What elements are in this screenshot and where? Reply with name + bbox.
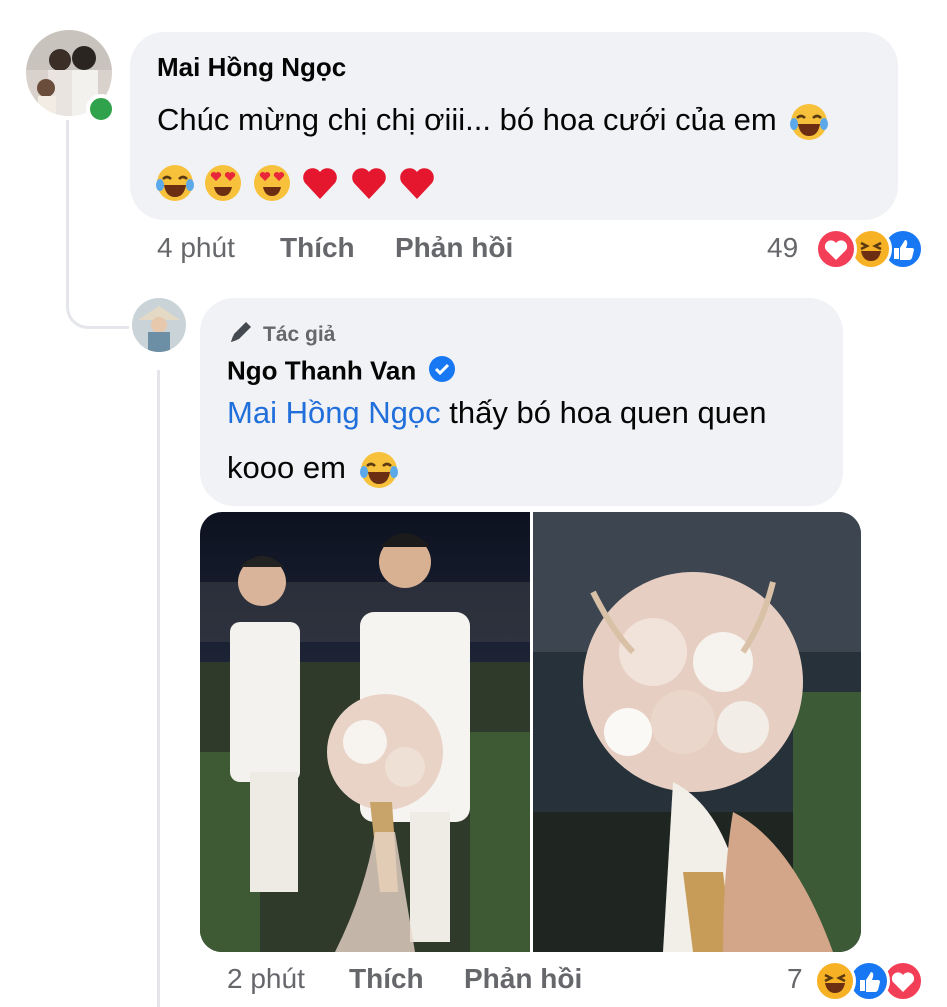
reply-text-line1: Mai Hồng Ngọc thấy bó hoa quen quen <box>227 395 766 431</box>
reply-photo-left[interactable] <box>200 512 530 952</box>
heart-eyes-emoji-icon <box>252 163 292 203</box>
joy-emoji-icon <box>789 102 829 142</box>
reply-reaction-count[interactable]: 7 <box>787 963 803 995</box>
reply-text-line2: kooo em <box>227 450 403 490</box>
reply-text-content: thấy bó hoa quen quen <box>440 395 767 430</box>
reply-photo-right[interactable] <box>533 512 861 952</box>
reply-timestamp[interactable]: 2 phút <box>227 963 305 995</box>
comment-author-name[interactable]: Mai Hồng Ngọc <box>157 52 346 83</box>
reply-author-name-text: Ngo Thanh Van <box>227 355 417 386</box>
reply-like-button[interactable]: Thích <box>349 963 424 995</box>
comment-emoji-row <box>155 163 441 207</box>
verified-badge-icon <box>427 354 457 391</box>
reply-author-name[interactable]: Ngo Thanh Van <box>227 354 457 391</box>
comment-timestamp[interactable]: 4 phút <box>157 232 235 264</box>
online-status-dot <box>86 94 116 124</box>
love-reaction-icon[interactable] <box>815 228 857 270</box>
reaction-count[interactable]: 49 <box>767 232 798 264</box>
red-heart-icon <box>349 163 389 203</box>
heart-eyes-emoji-icon <box>203 163 243 203</box>
joy-emoji-icon <box>359 450 399 490</box>
red-heart-icon <box>300 163 340 203</box>
reply-reply-button[interactable]: Phản hồi <box>464 963 582 995</box>
pen-icon <box>227 318 255 352</box>
haha-reaction-icon[interactable] <box>814 960 856 1002</box>
reply-button[interactable]: Phản hồi <box>395 232 513 264</box>
reply-text-content-2: kooo em <box>227 450 346 486</box>
avatar-ngo-thanh-van[interactable] <box>132 298 186 352</box>
comment-text-content: Chúc mừng chị chị ơiii... bó hoa cưới củ… <box>157 102 777 138</box>
author-badge: Tác giả <box>227 318 335 352</box>
thread-line-curve <box>66 280 129 329</box>
thread-line-main <box>66 120 69 295</box>
like-button[interactable]: Thích <box>280 232 355 264</box>
red-heart-icon <box>397 163 437 203</box>
thread-line-reply <box>157 370 160 1007</box>
joy-emoji-icon <box>155 163 195 203</box>
mention-link[interactable]: Mai Hồng Ngọc <box>227 395 441 430</box>
comment-text: Chúc mừng chị chị ơiii... bó hoa cưới củ… <box>157 102 833 142</box>
author-badge-label: Tác giả <box>263 323 336 346</box>
